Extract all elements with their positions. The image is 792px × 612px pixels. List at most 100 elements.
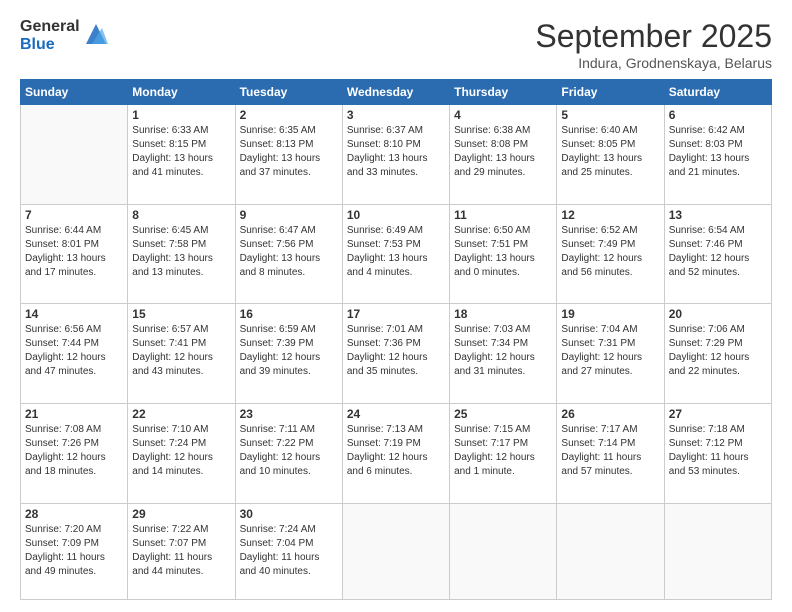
table-row: 25Sunrise: 7:15 AMSunset: 7:17 PMDayligh… <box>450 404 557 504</box>
cell-info-line: Sunrise: 6:50 AM <box>454 224 552 238</box>
cell-info-line: Sunset: 7:04 PM <box>240 537 338 551</box>
cell-info-line: Daylight: 12 hours <box>240 351 338 365</box>
day-number: 18 <box>454 307 552 321</box>
cell-info-line: and 22 minutes. <box>669 365 767 379</box>
table-row: 13Sunrise: 6:54 AMSunset: 7:46 PMDayligh… <box>664 204 771 304</box>
col-friday: Friday <box>557 80 664 105</box>
cell-info-line: Sunset: 7:41 PM <box>132 337 230 351</box>
cell-info-line: Sunset: 7:17 PM <box>454 437 552 451</box>
cell-info-line: Sunset: 8:13 PM <box>240 138 338 152</box>
table-row: 7Sunrise: 6:44 AMSunset: 8:01 PMDaylight… <box>21 204 128 304</box>
cell-info-line: Daylight: 12 hours <box>561 252 659 266</box>
cell-info-line: and 43 minutes. <box>132 365 230 379</box>
cell-info-line: and 53 minutes. <box>669 465 767 479</box>
cell-info-line: Daylight: 11 hours <box>561 451 659 465</box>
cell-info-line: and 33 minutes. <box>347 166 445 180</box>
table-row: 26Sunrise: 7:17 AMSunset: 7:14 PMDayligh… <box>557 404 664 504</box>
cell-info-line: Daylight: 12 hours <box>132 351 230 365</box>
cell-info-line: and 8 minutes. <box>240 266 338 280</box>
cell-info-line: and 57 minutes. <box>561 465 659 479</box>
day-number: 1 <box>132 108 230 122</box>
cell-info-line: Sunset: 7:19 PM <box>347 437 445 451</box>
cell-info-line: Daylight: 11 hours <box>669 451 767 465</box>
cell-info-line: Daylight: 13 hours <box>240 252 338 266</box>
table-row: 21Sunrise: 7:08 AMSunset: 7:26 PMDayligh… <box>21 404 128 504</box>
day-number: 30 <box>240 507 338 521</box>
cell-info-line: Daylight: 12 hours <box>669 252 767 266</box>
cell-info-line: Sunset: 8:03 PM <box>669 138 767 152</box>
table-row <box>342 503 449 599</box>
table-row <box>557 503 664 599</box>
cell-info-line: and 44 minutes. <box>132 565 230 579</box>
cell-info-line: and 31 minutes. <box>454 365 552 379</box>
cell-info-line: Sunrise: 6:38 AM <box>454 124 552 138</box>
cell-info-line: and 52 minutes. <box>669 266 767 280</box>
table-row: 6Sunrise: 6:42 AMSunset: 8:03 PMDaylight… <box>664 105 771 205</box>
cell-info-line: Sunrise: 6:35 AM <box>240 124 338 138</box>
cell-info-line: Sunrise: 6:33 AM <box>132 124 230 138</box>
day-number: 11 <box>454 208 552 222</box>
header-row: Sunday Monday Tuesday Wednesday Thursday… <box>21 80 772 105</box>
cell-info-line: Sunrise: 7:24 AM <box>240 523 338 537</box>
day-number: 17 <box>347 307 445 321</box>
cell-info-line: Sunset: 7:58 PM <box>132 238 230 252</box>
day-number: 10 <box>347 208 445 222</box>
day-number: 12 <box>561 208 659 222</box>
table-row: 2Sunrise: 6:35 AMSunset: 8:13 PMDaylight… <box>235 105 342 205</box>
cell-info-line: Sunset: 8:01 PM <box>25 238 123 252</box>
logo: General Blue <box>20 18 110 53</box>
cell-info-line: Daylight: 12 hours <box>25 451 123 465</box>
table-row: 10Sunrise: 6:49 AMSunset: 7:53 PMDayligh… <box>342 204 449 304</box>
cell-info-line: Sunrise: 6:44 AM <box>25 224 123 238</box>
cell-info-line: Sunset: 7:44 PM <box>25 337 123 351</box>
cell-info-line: Sunrise: 7:15 AM <box>454 423 552 437</box>
cell-info-line: Daylight: 13 hours <box>454 152 552 166</box>
table-row: 22Sunrise: 7:10 AMSunset: 7:24 PMDayligh… <box>128 404 235 504</box>
logo-general: General <box>20 18 80 36</box>
cell-info-line: Daylight: 13 hours <box>669 152 767 166</box>
table-row: 9Sunrise: 6:47 AMSunset: 7:56 PMDaylight… <box>235 204 342 304</box>
col-thursday: Thursday <box>450 80 557 105</box>
cell-info-line: Sunset: 8:10 PM <box>347 138 445 152</box>
cell-info-line: Sunrise: 7:20 AM <box>25 523 123 537</box>
table-row: 1Sunrise: 6:33 AMSunset: 8:15 PMDaylight… <box>128 105 235 205</box>
cell-info-line: Sunrise: 6:59 AM <box>240 323 338 337</box>
table-row: 28Sunrise: 7:20 AMSunset: 7:09 PMDayligh… <box>21 503 128 599</box>
col-monday: Monday <box>128 80 235 105</box>
cell-info-line: and 21 minutes. <box>669 166 767 180</box>
cell-info-line: Daylight: 13 hours <box>347 252 445 266</box>
cell-info-line: and 13 minutes. <box>132 266 230 280</box>
day-number: 15 <box>132 307 230 321</box>
cell-info-line: Sunset: 8:08 PM <box>454 138 552 152</box>
cell-info-line: Sunset: 7:49 PM <box>561 238 659 252</box>
cell-info-line: Sunrise: 7:03 AM <box>454 323 552 337</box>
cell-info-line: Daylight: 12 hours <box>669 351 767 365</box>
cell-info-line: and 18 minutes. <box>25 465 123 479</box>
day-number: 29 <box>132 507 230 521</box>
cell-info-line: Sunrise: 6:42 AM <box>669 124 767 138</box>
cell-info-line: Daylight: 13 hours <box>561 152 659 166</box>
day-number: 21 <box>25 407 123 421</box>
table-row: 20Sunrise: 7:06 AMSunset: 7:29 PMDayligh… <box>664 304 771 404</box>
table-row: 14Sunrise: 6:56 AMSunset: 7:44 PMDayligh… <box>21 304 128 404</box>
cell-info-line: and 39 minutes. <box>240 365 338 379</box>
cell-info-line: Sunset: 7:07 PM <box>132 537 230 551</box>
table-row: 19Sunrise: 7:04 AMSunset: 7:31 PMDayligh… <box>557 304 664 404</box>
cell-info-line: Sunset: 7:51 PM <box>454 238 552 252</box>
cell-info-line: and 41 minutes. <box>132 166 230 180</box>
cell-info-line: Daylight: 12 hours <box>561 351 659 365</box>
cell-info-line: Daylight: 12 hours <box>454 451 552 465</box>
cell-info-line: Sunrise: 7:18 AM <box>669 423 767 437</box>
cell-info-line: and 14 minutes. <box>132 465 230 479</box>
table-row: 29Sunrise: 7:22 AMSunset: 7:07 PMDayligh… <box>128 503 235 599</box>
table-row: 18Sunrise: 7:03 AMSunset: 7:34 PMDayligh… <box>450 304 557 404</box>
cell-info-line: Daylight: 12 hours <box>454 351 552 365</box>
day-number: 23 <box>240 407 338 421</box>
location-subtitle: Indura, Grodnenskaya, Belarus <box>535 55 772 71</box>
day-number: 20 <box>669 307 767 321</box>
cell-info-line: and 0 minutes. <box>454 266 552 280</box>
cell-info-line: Sunrise: 7:22 AM <box>132 523 230 537</box>
cell-info-line: Sunset: 7:36 PM <box>347 337 445 351</box>
cell-info-line: Daylight: 13 hours <box>132 252 230 266</box>
page: General Blue September 2025 Indura, Grod… <box>0 0 792 612</box>
